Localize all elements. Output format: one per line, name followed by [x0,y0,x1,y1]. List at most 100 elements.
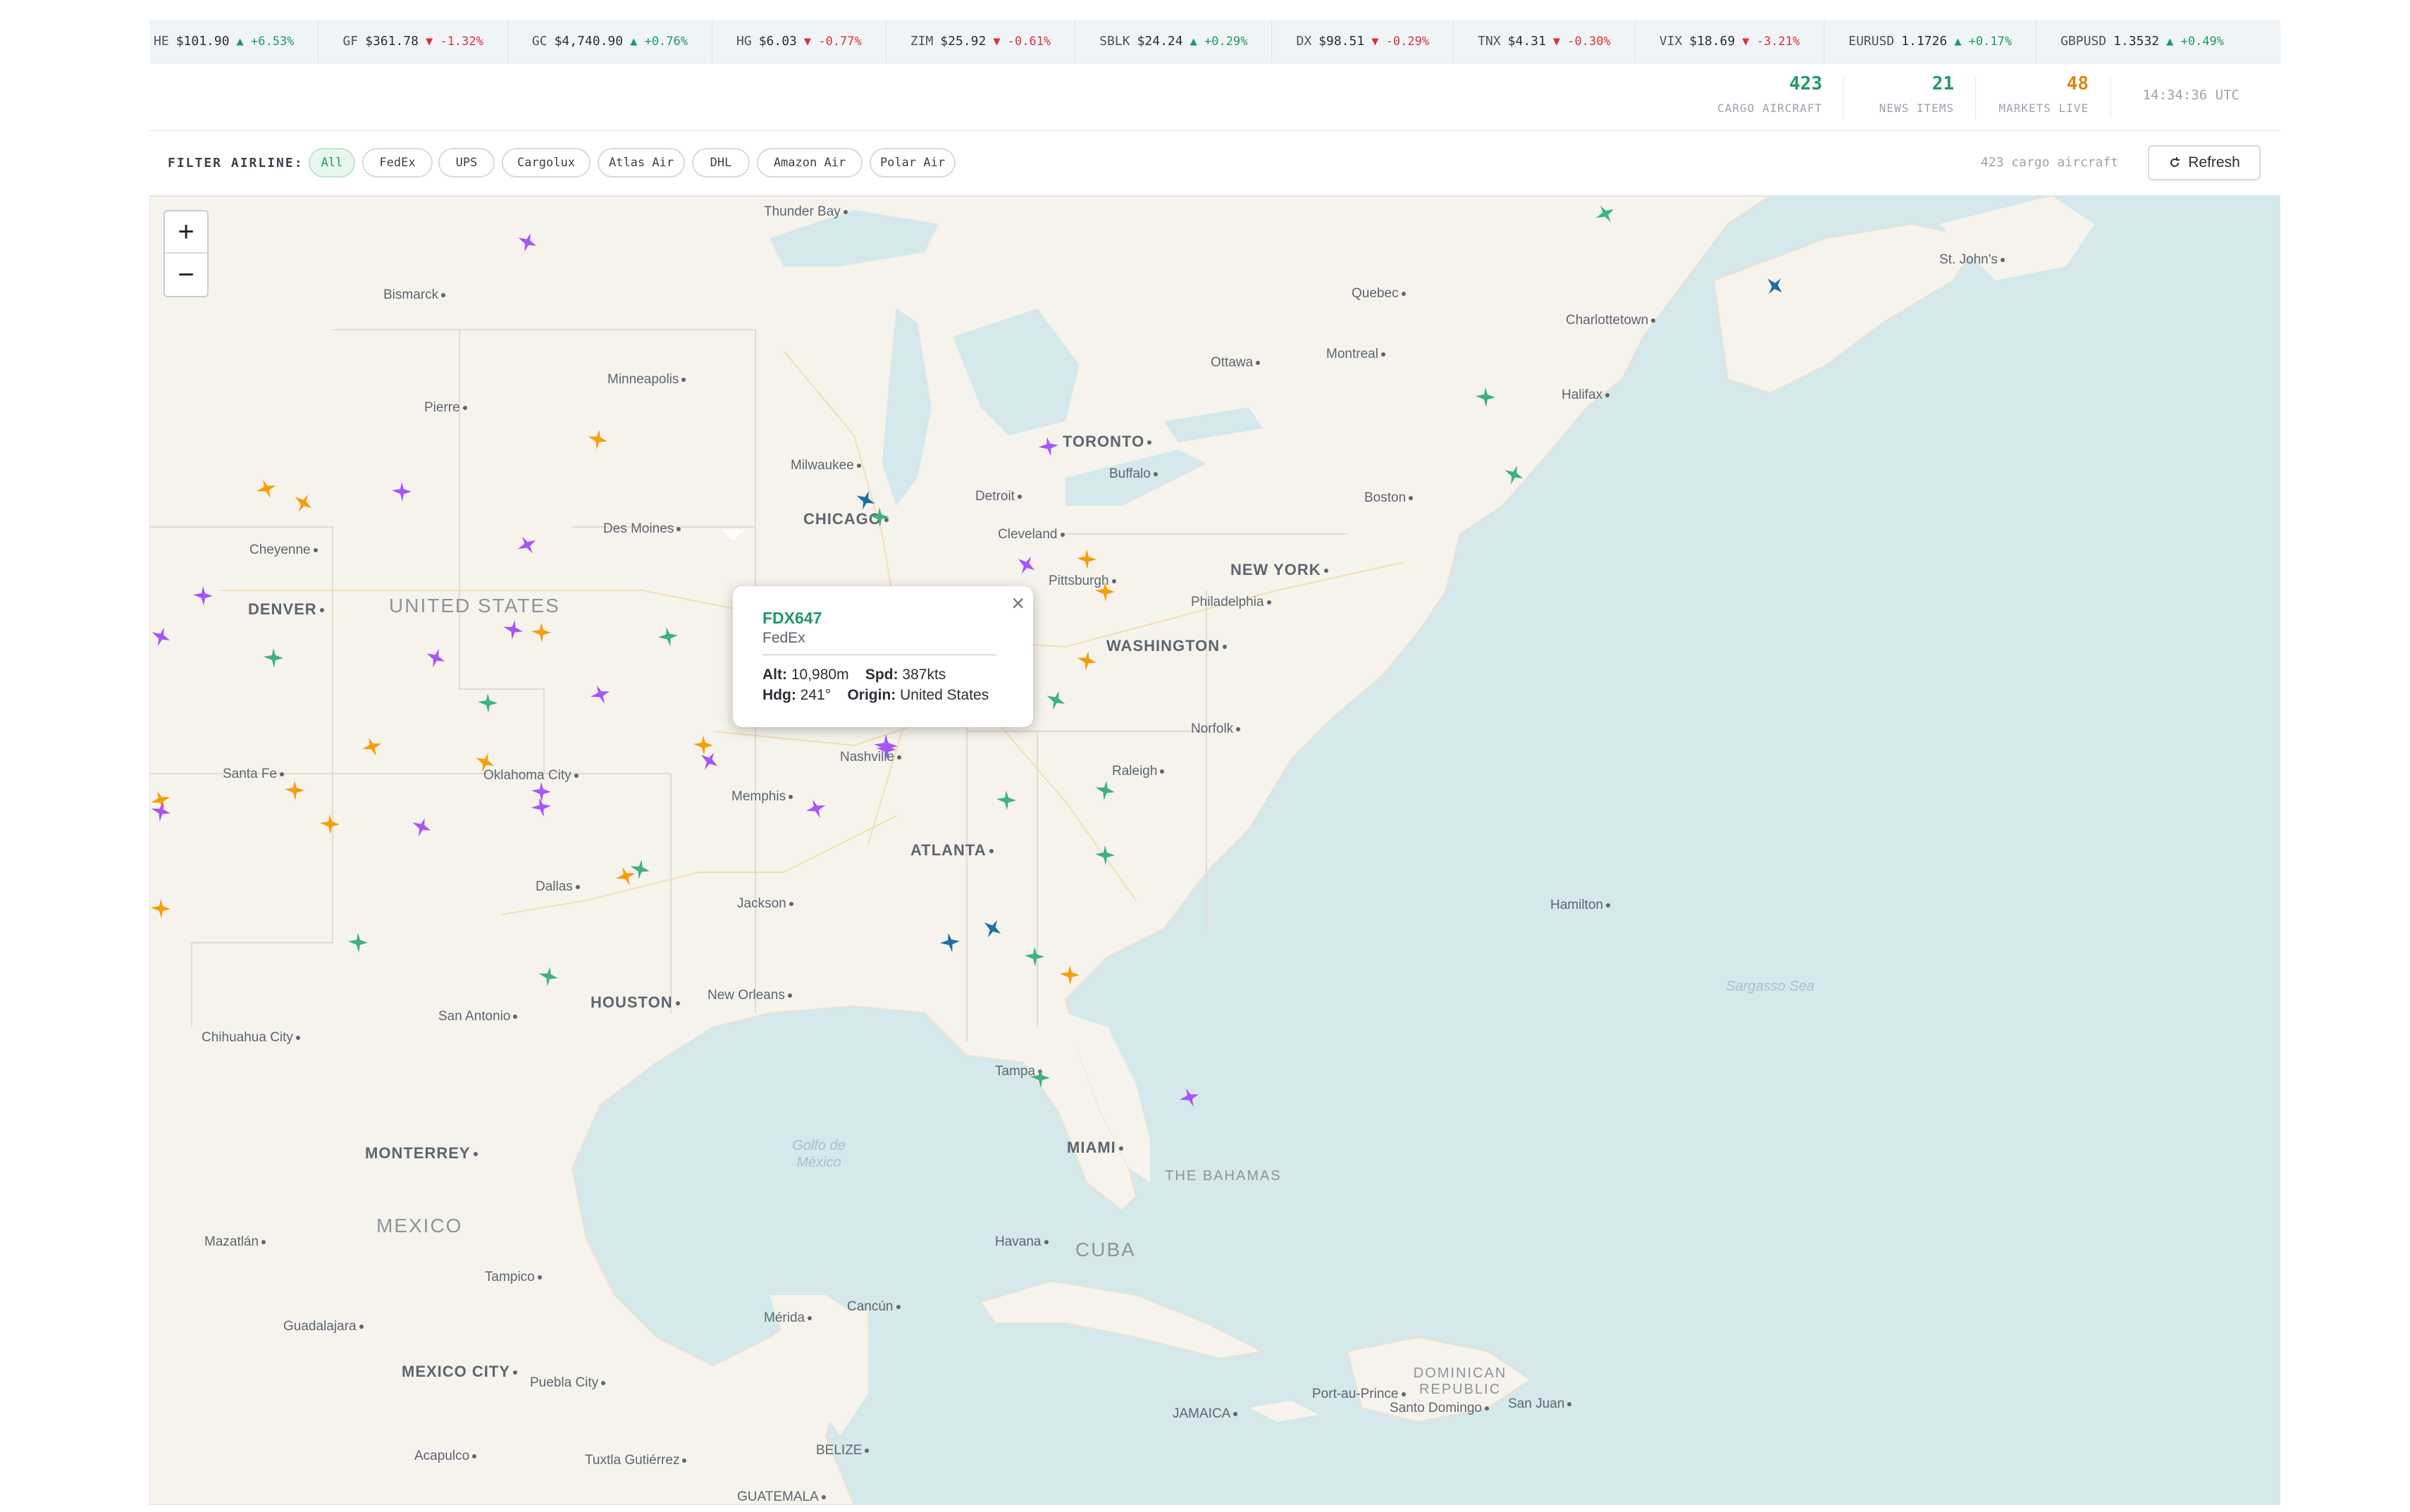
zoom-out-button[interactable]: − [165,254,207,296]
stat-markets-live-value: 48 [2066,73,2089,94]
popup-close-button[interactable]: × [1011,590,1025,616]
aircraft-marker-icon[interactable] [476,692,499,714]
popup-hdg: 241° [800,687,832,703]
aircraft-marker-icon[interactable] [149,898,172,920]
zoom-in-button[interactable]: + [165,211,207,254]
popup-alt: 10,980m [791,667,849,683]
city-label: Havana [995,1234,1051,1250]
city-label: San Antonio [438,1009,520,1024]
city-label: Norfolk [1191,721,1243,737]
city-label: Milwaukee [791,458,864,473]
city-label: Charlottetown [1566,313,1658,328]
city-label: MIAMI [1067,1139,1126,1157]
filter-chip-fedex[interactable]: FedEx [362,148,433,178]
city-label: Dallas [536,879,583,895]
aircraft-count: 423 cargo aircraft [1980,155,2118,170]
aircraft-marker-icon[interactable] [192,585,214,607]
aircraft-marker-icon[interactable] [937,929,963,955]
aircraft-marker-icon[interactable] [1035,433,1061,459]
city-label: Mérida [764,1310,815,1326]
city-label: Santa Fe [223,767,287,782]
ticker-price: $18.69 [1689,34,1736,49]
refresh-button[interactable]: Refresh [2148,145,2261,180]
map-basemap [149,196,2094,1505]
aircraft-marker-icon[interactable] [1058,964,1081,986]
ticker-symbol: VIX [1659,34,1683,49]
aircraft-marker-icon[interactable] [530,621,552,644]
ticker-price: $6.03 [758,34,797,49]
stat-cargo-aircraft: 423 CARGO AIRCRAFT [1717,73,1822,123]
city-label: Montreal [1326,347,1388,362]
aircraft-marker-icon[interactable] [655,624,681,650]
filter-chip-dhl[interactable]: DHL [692,148,750,178]
refresh-icon [2170,157,2180,167]
ticker-item-hg: HG $6.03 ▼ -0.77% [732,20,886,63]
ticker-change: ▼ -0.30% [1552,34,1611,49]
city-label: GUATEMALA [737,1489,829,1505]
zoom-control: + − [163,210,209,297]
aircraft-marker-icon[interactable] [868,506,891,528]
city-label: Tuxtla Gutiérrez [585,1453,689,1468]
aircraft-marker-icon[interactable] [390,481,413,503]
ticker-item-vix: VIX $18.69 ▼ -3.21% [1655,20,1825,63]
popup-row-2: Hdg: 241° Origin: United States [762,687,989,704]
aircraft-marker-icon[interactable] [347,931,369,954]
city-label: Raleigh [1112,764,1167,779]
aircraft-marker-icon[interactable] [626,856,653,882]
city-label: Bismarck [383,287,448,303]
aircraft-marker-icon[interactable] [584,426,610,452]
stat-markets-live-label: MARKETS LIVE [1998,101,2089,115]
aircraft-marker-icon[interactable] [535,963,561,989]
filter-chip-cargolux[interactable]: Cargolux [502,148,591,178]
aircraft-marker-icon[interactable] [283,779,306,802]
aircraft-marker-icon[interactable] [149,798,174,824]
city-label: Des Moines [603,521,684,537]
aircraft-marker-icon[interactable] [1474,386,1497,409]
aircraft-marker-icon[interactable] [995,789,1018,812]
popup-callsign: FDX647 [762,609,822,627]
filter-chip-ups[interactable]: UPS [438,148,495,178]
water-label: Sargasso Sea [1726,979,1815,994]
aircraft-marker-icon[interactable] [528,794,554,820]
filter-chip-atlas-air[interactable]: Atlas Air [598,148,685,178]
aircraft-marker-icon[interactable] [1073,647,1099,674]
aircraft-popup: × FDX647 FedEx Alt: 10,980m Spd: 387kts … [733,586,1033,727]
filter-chip-amazon-air[interactable]: Amazon Air [757,148,863,178]
ticker-symbol: HG [736,34,752,49]
ticker-price: 1.1726 [1901,34,1948,49]
ticker-price: $24.24 [1137,34,1183,49]
stat-markets-live: 48 MARKETS LIVE [1998,73,2089,123]
ticker-change: ▼ -0.77% [803,34,862,49]
city-label: MEXICO CITY [402,1363,520,1381]
city-label: Memphis [731,789,796,805]
filter-chip-polar-air[interactable]: Polar Air [870,148,956,178]
flight-map[interactable]: Thunder Bay Bismarck Minneapolis Pierre Milw… [149,196,2280,1505]
country-label: UNITED STATES [389,595,560,616]
ticker-price: $4.31 [1507,34,1546,49]
country-label: CUBA [1075,1239,1136,1260]
aircraft-marker-icon[interactable] [1075,548,1098,571]
ticker-change: ▲ +0.49% [2166,34,2225,49]
popup-spd-label: Spd: [865,667,898,683]
aircraft-marker-icon[interactable] [1029,1067,1051,1089]
city-label: Cheyenne [249,543,321,558]
city-label: Boston [1364,490,1416,506]
aircraft-marker-icon[interactable] [262,647,285,669]
country-label: MEXICO [376,1215,463,1237]
aircraft-marker-icon[interactable] [319,813,341,836]
aircraft-marker-icon[interactable] [1023,946,1046,968]
ticker-change: ▼ -0.29% [1371,34,1430,49]
city-label: Hamilton [1550,898,1613,913]
selected-aircraft-icon[interactable] [872,733,899,760]
ticker-item-tnx: TNX $4.31 ▼ -0.30% [1473,20,1636,63]
city-label: Cleveland [998,527,1068,543]
aircraft-marker-icon[interactable] [1092,777,1118,803]
filter-chip-all[interactable]: All [309,148,355,178]
stat-cargo-aircraft-label: CARGO AIRCRAFT [1717,101,1822,115]
ticker-symbol: HE [154,34,169,49]
aircraft-marker-icon[interactable] [500,616,526,643]
aircraft-marker-icon[interactable] [1094,844,1116,867]
ticker-symbol: SBLK [1099,34,1130,49]
aircraft-marker-icon[interactable] [1094,581,1116,603]
ticker-symbol: ZIM [910,34,934,49]
